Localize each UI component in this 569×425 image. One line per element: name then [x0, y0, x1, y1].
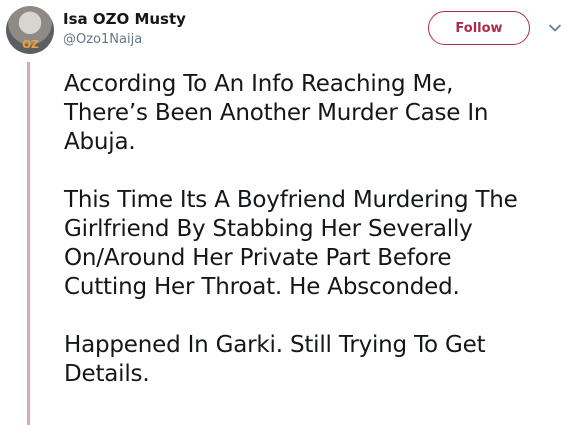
tweet: OZ Isa OZO Musty @Ozo1Naija Follow Accor…: [0, 0, 569, 425]
thread-line: [27, 62, 30, 425]
tweet-paragraph: This Time Its A Boyfriend Murdering The …: [64, 187, 518, 300]
display-name[interactable]: Isa OZO Musty: [63, 10, 186, 28]
avatar[interactable]: OZ: [6, 6, 54, 54]
avatar-badge-text: OZ: [22, 38, 39, 51]
tweet-paragraph: According To An Info Reaching Me, There’…: [64, 71, 489, 155]
tweet-text: According To An Info Reaching Me, There’…: [64, 70, 564, 418]
tweet-paragraph: Happened In Garki. Still Trying To Get D…: [64, 332, 486, 387]
chevron-down-icon[interactable]: [548, 21, 562, 35]
follow-button[interactable]: Follow: [428, 11, 530, 45]
user-handle[interactable]: @Ozo1Naija: [63, 32, 142, 47]
